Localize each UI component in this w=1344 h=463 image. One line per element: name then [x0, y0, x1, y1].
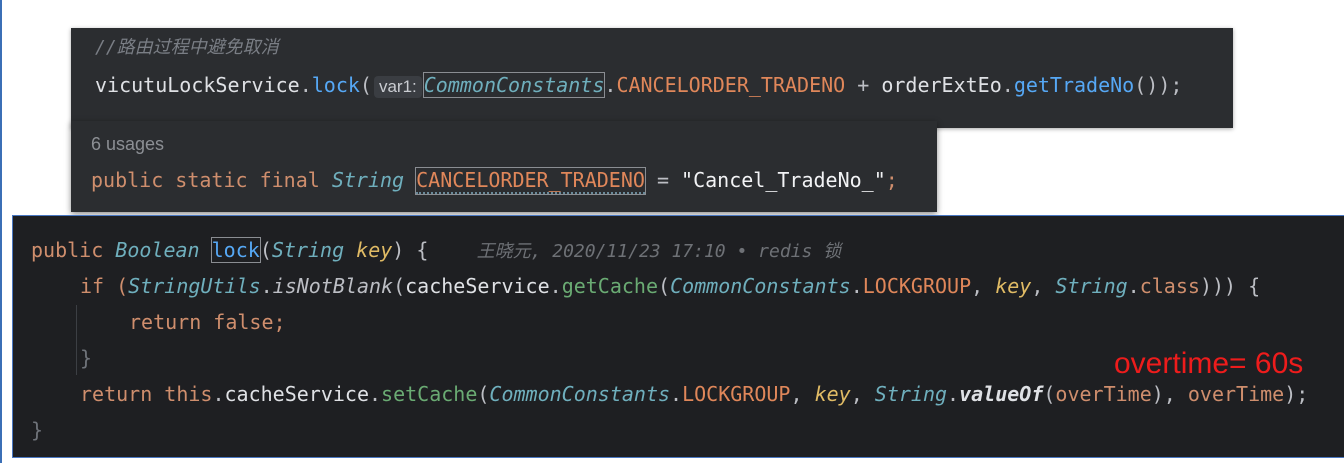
- constant-lockgroup[interactable]: LOCKGROUP: [863, 274, 971, 298]
- identifier-cache-service: cacheService: [405, 274, 550, 298]
- identifier-service: vicutuLockService: [95, 73, 300, 97]
- param-type-string: String: [271, 238, 345, 262]
- code-line-4: }: [80, 346, 93, 370]
- type-string: String: [331, 168, 405, 192]
- overtime-annotation: overtime= 60s: [1114, 347, 1304, 380]
- paren: (: [658, 274, 671, 298]
- dot: .: [299, 73, 312, 97]
- comma: ,: [1031, 274, 1056, 298]
- string-value: "Cancel_TradeNo_": [681, 168, 886, 192]
- paren-open: (: [359, 73, 372, 97]
- method-name-lock[interactable]: lock: [210, 237, 261, 263]
- code-comment: //路由过程中避免取消: [95, 37, 279, 58]
- identifier-order-ext: orderExtEo: [881, 73, 1002, 97]
- dot: .: [212, 382, 225, 406]
- paren-close: ());: [1134, 73, 1183, 97]
- code-line-3: return false;: [129, 310, 286, 334]
- class-string-utils: StringUtils: [128, 274, 261, 298]
- param-key: key: [344, 238, 393, 262]
- operator-assign: =: [644, 168, 682, 192]
- code-line-5: return this.cacheService.setCache(Common…: [80, 382, 1308, 406]
- dot: .: [549, 274, 562, 298]
- dot: .: [604, 73, 617, 97]
- method-set-cache[interactable]: setCache: [381, 382, 477, 406]
- comma: ),: [1151, 382, 1188, 406]
- keyword-class: class: [1139, 274, 1200, 298]
- paren: (: [1043, 382, 1056, 406]
- paren: (: [259, 238, 272, 262]
- indent-guide: [76, 305, 77, 375]
- type-string: String: [874, 382, 948, 406]
- keyword-return-this: return this: [80, 382, 213, 406]
- method-lock[interactable]: lock: [312, 73, 360, 97]
- code-line-declaration: public static final String CANCELORDER_T…: [91, 167, 898, 195]
- paren: (: [393, 274, 406, 298]
- dot: .: [1001, 73, 1014, 97]
- semicolon: );: [1284, 382, 1309, 406]
- operator-plus: +: [845, 73, 882, 97]
- constant-name[interactable]: CANCELORDER_TRADENO: [415, 167, 646, 195]
- identifier-cache-service: cacheService: [224, 382, 370, 406]
- dot: .: [947, 382, 960, 406]
- dot: .: [850, 274, 863, 298]
- code-line-2: if (StringUtils.isNotBlank(cacheService.…: [80, 274, 1260, 298]
- constant-cancelorder-tradeno[interactable]: CANCELORDER_TRADENO: [616, 73, 845, 97]
- code-line-6: }: [31, 418, 44, 442]
- paren: (: [477, 382, 490, 406]
- dot: .: [1127, 274, 1140, 298]
- identifier-overtime: overTime: [1187, 382, 1285, 406]
- identifier-key: key: [995, 274, 1032, 298]
- keyword-if: if (: [80, 274, 129, 298]
- dot: .: [670, 382, 683, 406]
- brace-open: ))) {: [1199, 274, 1261, 298]
- param-hint: var1:: [373, 76, 422, 98]
- comma: ,: [790, 382, 815, 406]
- keyword-public: public: [31, 238, 116, 262]
- git-blame-annotation[interactable]: 王晓元, 2020/11/23 17:10 • redis 锁: [477, 241, 842, 262]
- declaration-popup: [71, 121, 937, 212]
- class-common-constants[interactable]: CommonConstants: [422, 72, 606, 98]
- identifier-key: key: [814, 382, 851, 406]
- method-get-trade-no[interactable]: getTradeNo: [1014, 73, 1134, 97]
- identifier-overtime: overTime: [1055, 382, 1152, 406]
- window-edge: [0, 0, 2, 463]
- class-common-constants: CommonConstants: [670, 274, 851, 298]
- type-boolean: Boolean: [115, 238, 200, 262]
- usages-count[interactable]: 6 usages: [91, 134, 164, 155]
- comma: ,: [971, 274, 996, 298]
- dot: .: [369, 382, 382, 406]
- constant-lockgroup[interactable]: LOCKGROUP: [682, 382, 790, 406]
- code-line-1: public Boolean lock(String key) { 王晓元, 2…: [31, 237, 842, 264]
- dot: .: [260, 274, 273, 298]
- type-string: String: [1055, 274, 1128, 298]
- keywords: public static final: [91, 168, 332, 192]
- method-get-cache[interactable]: getCache: [562, 274, 658, 298]
- semicolon: ;: [885, 168, 898, 192]
- method-is-not-blank[interactable]: isNotBlank: [273, 274, 393, 298]
- class-common-constants: CommonConstants: [489, 382, 671, 406]
- comma: ,: [850, 382, 875, 406]
- method-value-of[interactable]: valueOf: [959, 382, 1043, 406]
- code-line-lock-call: vicutuLockService.lock(var1: CommonConsta…: [95, 72, 1183, 98]
- brace-open: ) {: [392, 238, 429, 262]
